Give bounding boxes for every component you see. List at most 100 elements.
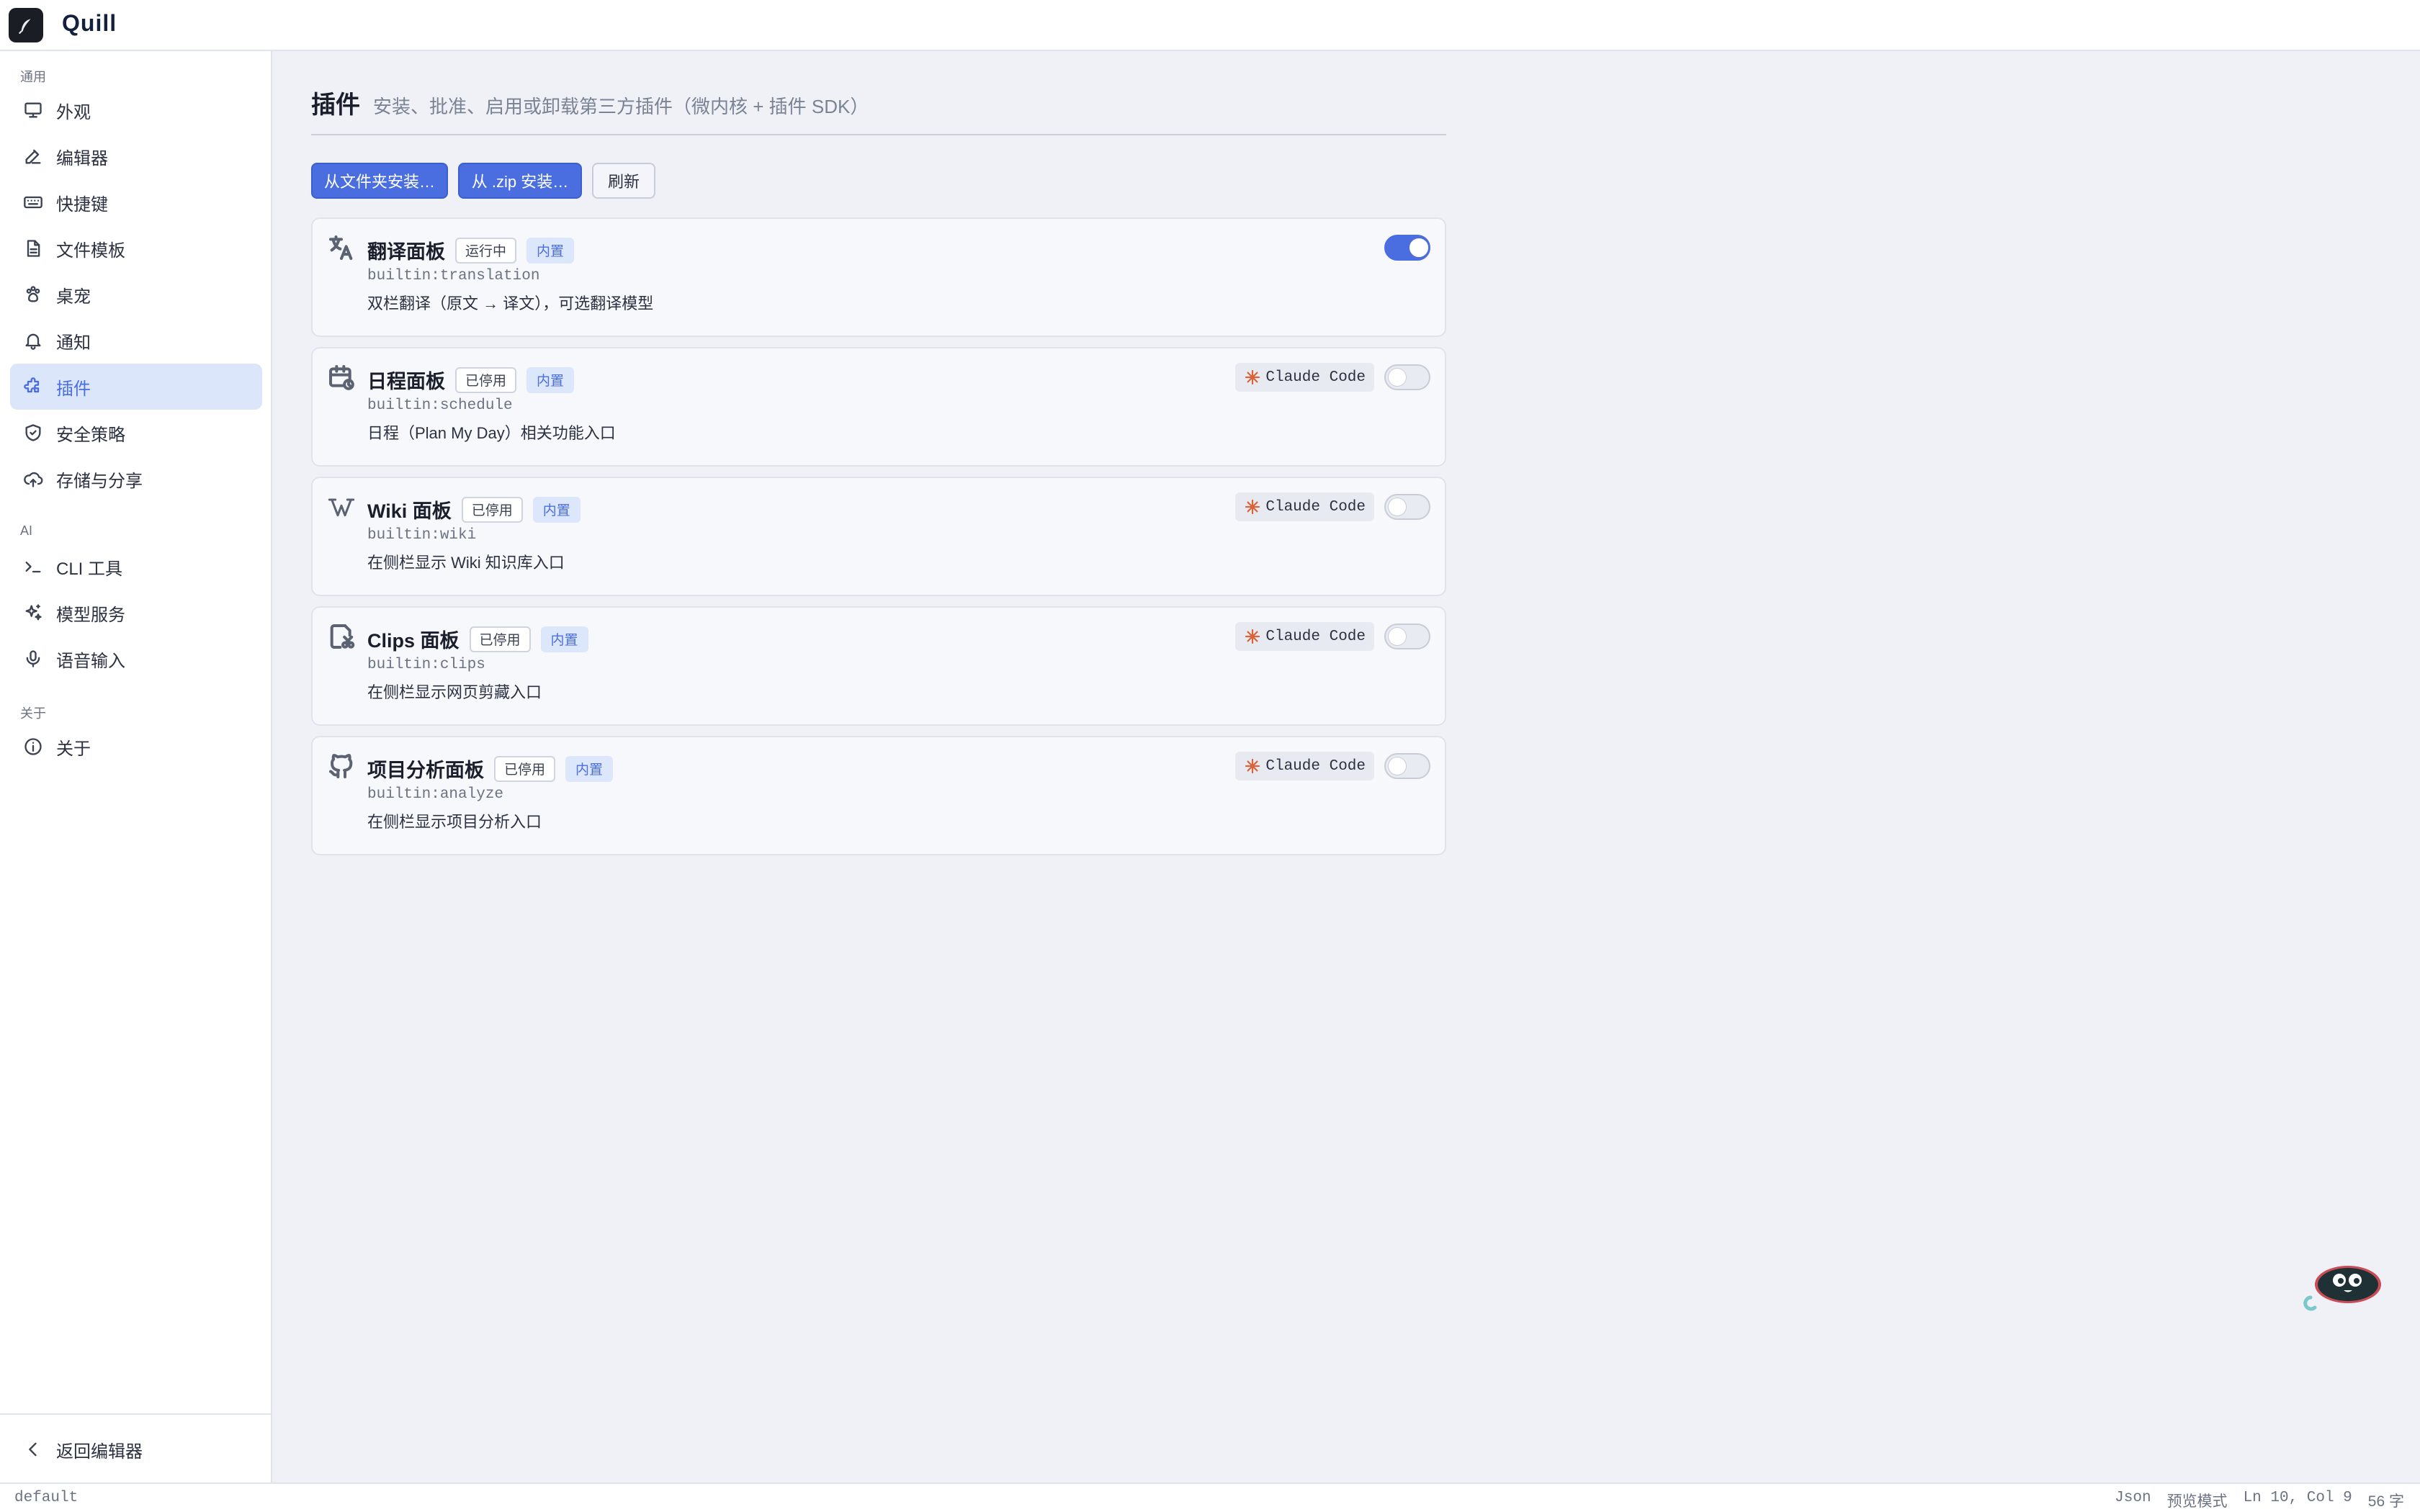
plugin-enable-toggle[interactable] <box>1384 364 1430 390</box>
bell-icon <box>23 330 43 351</box>
plugin-card-wiki: Wiki 面板 已停用 内置 builtin:wiki 在侧栏显示 Wiki 知… <box>311 477 1446 596</box>
plugin-name: 日程面板 <box>367 371 445 392</box>
app-logo-icon <box>9 8 43 42</box>
sidebar-item-label: 快捷键 <box>56 194 108 215</box>
sidebar-item-desktop-pet[interactable]: 桌宠 <box>10 271 262 318</box>
terminal-icon <box>23 557 43 577</box>
plugin-enable-toggle[interactable] <box>1384 494 1430 520</box>
install-from-zip-button[interactable]: 从 .zip 安装… <box>458 163 582 199</box>
edit-icon <box>23 146 43 166</box>
microphone-icon <box>23 649 43 669</box>
sidebar-item-appearance[interactable]: 外观 <box>10 87 262 133</box>
sidebar-item-plugins[interactable]: 插件 <box>10 364 262 410</box>
toggle-knob <box>1388 368 1407 387</box>
plugin-description: 在侧栏显示 Wiki 知识库入口 <box>367 554 565 572</box>
plugin-card-analyze: 项目分析面板 已停用 内置 builtin:analyze 在侧栏显示项目分析入… <box>311 736 1446 855</box>
agent-chip[interactable]: Claude Code <box>1235 492 1374 521</box>
agent-chip-label: Claude Code <box>1265 498 1366 516</box>
plugin-card-translation: 翻译面板 运行中 内置 builtin:translation 双栏翻译（原文 … <box>311 217 1446 337</box>
sidebar-item-label: 语音输入 <box>56 651 125 671</box>
sidebar-item-model-services[interactable]: 模型服务 <box>10 590 262 636</box>
sidebar-item-file-templates[interactable]: 文件模板 <box>10 225 262 271</box>
status-bar: default Json 预览模式 Ln 10, Col 9 56 字 <box>0 1482 2420 1512</box>
sidebar-item-label: 存储与分享 <box>56 471 143 491</box>
sidebar-item-label: 编辑器 <box>56 148 108 168</box>
plugin-title-row: Wiki 面板 已停用 内置 <box>367 495 581 523</box>
builtin-badge: 内置 <box>526 237 575 264</box>
toggle-knob <box>1388 627 1407 646</box>
chevron-left-icon <box>23 1439 43 1459</box>
plugin-id: builtin:clips <box>367 657 485 673</box>
pet-paw-icon <box>23 284 43 305</box>
status-badge: 运行中 <box>455 237 517 264</box>
puzzle-icon <box>23 377 43 397</box>
view-mode[interactable]: 预览模式 <box>2167 1490 2228 1511</box>
claude-star-icon <box>1245 499 1260 515</box>
plugin-name: Wiki 面板 <box>367 500 452 522</box>
sidebar-item-shortcuts[interactable]: 快捷键 <box>10 179 262 225</box>
clip-icon <box>327 622 356 651</box>
sidebar-section-general: 通用 <box>20 70 46 84</box>
plugin-id: builtin:analyze <box>367 786 504 803</box>
refresh-button[interactable]: 刷新 <box>592 163 655 199</box>
plugin-enable-toggle[interactable] <box>1384 624 1430 649</box>
builtin-badge: 内置 <box>540 626 588 652</box>
toggle-knob <box>1388 757 1407 775</box>
monitor-icon <box>23 100 43 120</box>
status-badge: 已停用 <box>494 755 556 782</box>
sidebar-item-about[interactable]: 关于 <box>10 724 262 770</box>
plugin-enable-toggle[interactable] <box>1384 753 1430 779</box>
sidebar-item-security[interactable]: 安全策略 <box>10 410 262 456</box>
plugin-title-row: 项目分析面板 已停用 内置 <box>367 755 614 783</box>
sidebar-item-label: 通知 <box>56 333 91 353</box>
plugin-id: builtin:wiki <box>367 527 477 544</box>
sidebar-item-label: 关于 <box>56 739 91 759</box>
agent-chip-label: Claude Code <box>1265 757 1366 775</box>
status-badge: 已停用 <box>461 496 523 523</box>
plugin-name: Clips 面板 <box>367 630 460 652</box>
plugin-title-row: 日程面板 已停用 内置 <box>367 366 575 394</box>
agent-chip[interactable]: Claude Code <box>1235 752 1374 780</box>
file-template-icon <box>23 238 43 258</box>
sidebar-item-label: 插件 <box>56 379 91 399</box>
status-bar-right: Json 预览模式 Ln 10, Col 9 56 字 <box>2115 1490 2404 1511</box>
agent-chip-label: Claude Code <box>1265 369 1366 386</box>
install-from-folder-button[interactable]: 从文件夹安装… <box>311 163 448 199</box>
desktop-pet[interactable] <box>2298 1261 2383 1319</box>
sparkles-icon <box>23 603 43 623</box>
status-badge: 已停用 <box>455 366 517 393</box>
plugin-id: builtin:translation <box>367 268 540 284</box>
back-to-editor-button[interactable]: 返回编辑器 <box>10 1426 262 1472</box>
sidebar-item-storage-share[interactable]: 存储与分享 <box>10 456 262 502</box>
sidebar-item-editor[interactable]: 编辑器 <box>10 133 262 179</box>
cursor-position: Ln 10, Col 9 <box>2243 1490 2352 1506</box>
agent-chip-label: Claude Code <box>1265 628 1366 645</box>
builtin-badge: 内置 <box>532 496 581 523</box>
plugin-card-clips: Clips 面板 已停用 内置 builtin:clips 在侧栏显示网页剪藏入… <box>311 606 1446 726</box>
sidebar-item-label: CLI 工具 <box>56 559 123 579</box>
sidebar-item-cli-tools[interactable]: CLI 工具 <box>10 544 262 590</box>
plugin-description: 双栏翻译（原文 → 译文），可选翻译模型 <box>367 294 654 312</box>
plugin-description: 在侧栏显示项目分析入口 <box>367 813 542 831</box>
plugin-name: 翻译面板 <box>367 241 445 263</box>
page-title: 插件 <box>311 91 360 119</box>
plugin-title-row: Clips 面板 已停用 内置 <box>367 625 588 653</box>
builtin-badge: 内置 <box>565 755 614 782</box>
sidebar-item-notifications[interactable]: 通知 <box>10 318 262 364</box>
page-header: 插件 安装、批准、启用或卸载第三方插件（微内核 + 插件 SDK） <box>311 85 1446 135</box>
sidebar-item-label: 文件模板 <box>56 240 125 261</box>
claude-star-icon <box>1245 629 1260 644</box>
file-format[interactable]: Json <box>2115 1490 2151 1511</box>
agent-chip[interactable]: Claude Code <box>1235 363 1374 392</box>
toggle-knob <box>1410 238 1428 257</box>
plugin-name: 项目分析面板 <box>367 760 484 781</box>
page-subtitle: 安装、批准、启用或卸载第三方插件（微内核 + 插件 SDK） <box>373 96 869 117</box>
sidebar-item-voice-input[interactable]: 语音输入 <box>10 636 262 682</box>
plugin-enable-toggle[interactable] <box>1384 235 1430 261</box>
sidebar: 通用 外观 编辑器 快捷键 文件模板 桌宠 通知 插件 安全策略 存储与分享 A… <box>0 51 272 1482</box>
profile-name[interactable]: default <box>14 1490 78 1506</box>
toggle-knob <box>1388 498 1407 516</box>
sidebar-footer: 返回编辑器 <box>0 1413 271 1482</box>
agent-chip[interactable]: Claude Code <box>1235 622 1374 651</box>
sidebar-section-about: 关于 <box>20 706 46 721</box>
